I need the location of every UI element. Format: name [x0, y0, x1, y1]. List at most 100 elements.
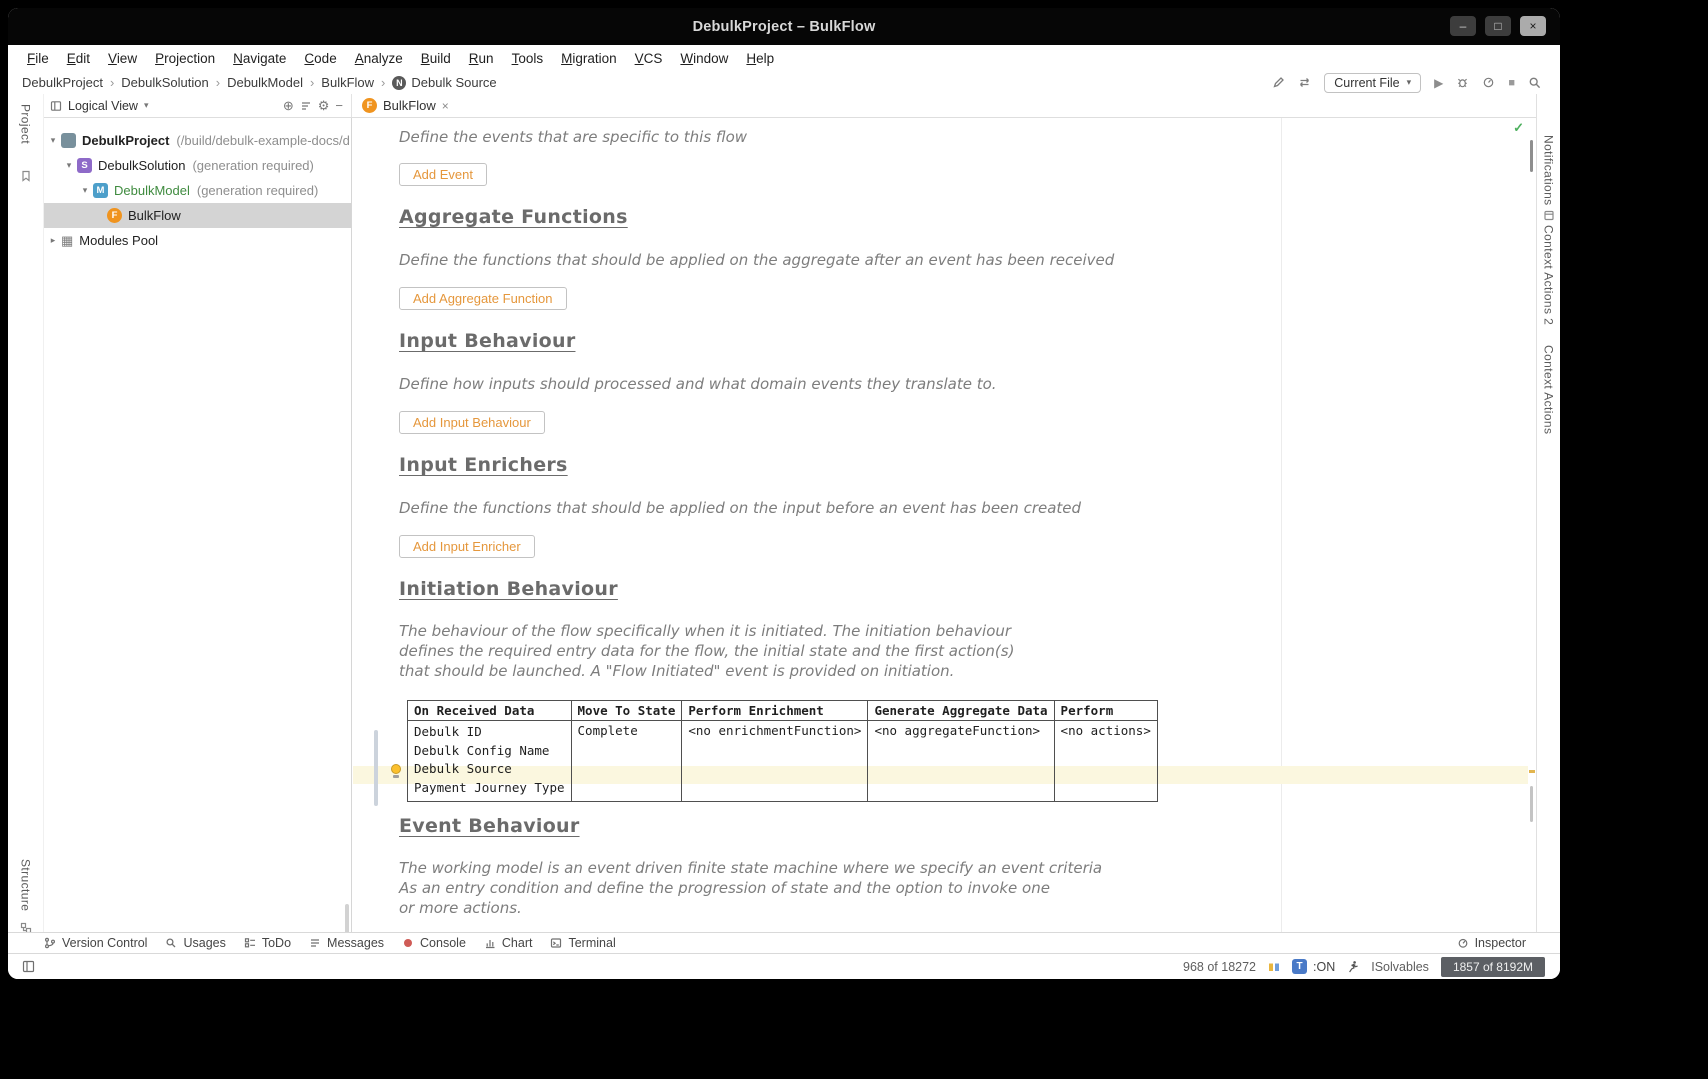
- event-behaviour-paragraph: The working model is an event driven fin…: [399, 858, 1102, 918]
- cell-generate-aggregate-data[interactable]: <no aggregateFunction>: [868, 721, 1054, 802]
- hide-panel-icon[interactable]: −: [335, 98, 343, 113]
- lines-icon: [309, 937, 321, 949]
- tree-scrollbar-thumb[interactable]: [345, 904, 349, 932]
- table-header-row: On Received Data Move To State Perform E…: [408, 701, 1158, 721]
- tree-item-modules-pool[interactable]: ▸ ▦ Modules Pool: [44, 228, 351, 253]
- tool-stripe-context-actions[interactable]: Context Actions: [1542, 345, 1556, 434]
- cell-on-received-data[interactable]: Debulk ID Debulk Config Name Debulk Sour…: [408, 721, 572, 802]
- tool-button-inspector[interactable]: Inspector: [1457, 936, 1526, 950]
- menu-migration[interactable]: Migration: [552, 49, 626, 68]
- menu-window[interactable]: Window: [671, 49, 737, 68]
- tree-item-debulksolution[interactable]: ▾ S DebulkSolution (generation required): [44, 153, 351, 178]
- tool-stripe-notifications[interactable]: Notifications: [1542, 135, 1556, 206]
- menu-navigate[interactable]: Navigate: [224, 49, 295, 68]
- menu-run[interactable]: Run: [460, 49, 503, 68]
- scrollbar-thumb[interactable]: [1530, 140, 1533, 172]
- tool-button-version-control[interactable]: Version Control: [44, 936, 161, 950]
- model-icon: M: [93, 183, 108, 198]
- breadcrumb-item[interactable]: DebulkModel: [227, 75, 303, 90]
- chevron-right-icon[interactable]: ▸: [46, 235, 60, 246]
- run-configuration-select[interactable]: Current File ▾: [1324, 73, 1421, 93]
- left-tool-stripe: Project Structure: [8, 94, 44, 932]
- gear-icon[interactable]: ⚙: [318, 98, 330, 114]
- breadcrumb-item[interactable]: DebulkSolution: [121, 75, 208, 90]
- bookmark-icon[interactable]: [20, 170, 32, 182]
- tool-button-messages[interactable]: Messages: [309, 936, 398, 950]
- tool-button-usages[interactable]: Usages: [165, 936, 239, 950]
- breadcrumb-item[interactable]: BulkFlow: [321, 75, 374, 90]
- collapse-all-icon[interactable]: [300, 100, 312, 112]
- error-stripe-mark[interactable]: [1529, 770, 1535, 773]
- section-heading-input-behaviour: Input Behaviour: [399, 330, 575, 352]
- highlight-level-icon[interactable]: [1268, 961, 1280, 973]
- tree-item-label: DebulkProject: [82, 133, 169, 148]
- maximize-button[interactable]: □: [1485, 16, 1511, 36]
- tab-bulkflow[interactable]: F BulkFlow ×: [352, 94, 459, 117]
- layout-icon[interactable]: [22, 960, 35, 973]
- scrollbar-thumb[interactable]: [1530, 786, 1533, 822]
- menu-view[interactable]: View: [99, 49, 146, 68]
- cell-perform-enrichment[interactable]: <no enrichmentFunction>: [682, 721, 868, 802]
- tool-button-console[interactable]: Console: [402, 936, 480, 950]
- menu-tools[interactable]: Tools: [503, 49, 553, 68]
- col-perform-enrichment: Perform Enrichment: [682, 701, 868, 721]
- col-perform: Perform: [1054, 701, 1157, 721]
- add-input-behaviour-button[interactable]: Add Input Behaviour: [399, 411, 545, 434]
- tool-stripe-structure[interactable]: Structure: [19, 859, 33, 911]
- menu-help[interactable]: Help: [737, 49, 783, 68]
- title-bar: DebulkProject – BulkFlow – □ ×: [8, 8, 1560, 45]
- tool-stripe-context-actions-2[interactable]: Context Actions 2: [1542, 225, 1556, 325]
- bottom-tool-bar: Version Control Usages ToDo Messages Con…: [8, 932, 1560, 953]
- window-title: DebulkProject – BulkFlow: [693, 19, 876, 35]
- tool-stripe-project[interactable]: Project: [19, 104, 33, 144]
- menu-edit[interactable]: Edit: [58, 49, 99, 68]
- chevron-down-icon[interactable]: ▾: [62, 160, 76, 171]
- breadcrumb-item[interactable]: DebulkProject: [22, 75, 103, 90]
- tool-button-terminal[interactable]: Terminal: [550, 936, 629, 950]
- inspection-ok-icon[interactable]: ✓: [1513, 120, 1524, 136]
- pencil-icon[interactable]: [1272, 76, 1285, 89]
- intention-bulb-icon[interactable]: [390, 764, 402, 778]
- tool-window-icon[interactable]: [1543, 210, 1554, 221]
- stop-button[interactable]: ■: [1508, 77, 1515, 89]
- ide-window: DebulkProject – BulkFlow – □ × File Edit…: [8, 8, 1560, 979]
- tool-button-chart[interactable]: Chart: [484, 936, 547, 950]
- locate-icon[interactable]: ⊕: [283, 98, 294, 114]
- add-event-button[interactable]: Add Event: [399, 163, 487, 186]
- cell-perform[interactable]: <no actions>: [1054, 721, 1157, 802]
- toggle-badge[interactable]: T: [1292, 959, 1307, 974]
- search-icon[interactable]: [1528, 76, 1542, 90]
- menu-projection[interactable]: Projection: [146, 49, 224, 68]
- close-button[interactable]: ×: [1520, 16, 1546, 36]
- tree-item-label: DebulkSolution: [98, 158, 185, 173]
- menu-bar: File Edit View Projection Navigate Code …: [8, 45, 1560, 71]
- add-input-enricher-button[interactable]: Add Input Enricher: [399, 535, 535, 558]
- chevron-down-icon[interactable]: ▾: [144, 100, 149, 111]
- tool-button-todo[interactable]: ToDo: [244, 936, 305, 950]
- cell-move-to-state[interactable]: Complete: [571, 721, 682, 802]
- debug-icon[interactable]: [1456, 76, 1469, 89]
- close-tab-icon[interactable]: ×: [442, 99, 449, 113]
- chevron-down-icon[interactable]: ▾: [78, 185, 92, 196]
- minimize-button[interactable]: –: [1450, 16, 1476, 36]
- caret-position-widget[interactable]: 968 of 18272: [1183, 960, 1256, 974]
- view-selector[interactable]: Logical View: [68, 99, 138, 113]
- breadcrumb-current[interactable]: Debulk Source: [411, 75, 496, 90]
- tree-item-note: (generation required): [197, 183, 318, 198]
- sync-icon[interactable]: [1298, 76, 1311, 89]
- menu-vcs[interactable]: VCS: [626, 49, 672, 68]
- run-button[interactable]: ▶: [1434, 76, 1443, 90]
- profiler-icon[interactable]: [1482, 76, 1495, 89]
- menu-file[interactable]: File: [18, 49, 58, 68]
- tree-item-bulkflow[interactable]: F BulkFlow: [44, 203, 351, 228]
- memory-indicator[interactable]: 1857 of 8192M: [1441, 957, 1545, 977]
- menu-analyze[interactable]: Analyze: [346, 49, 412, 68]
- menu-build[interactable]: Build: [412, 49, 460, 68]
- add-aggregate-function-button[interactable]: Add Aggregate Function: [399, 287, 567, 310]
- menu-code[interactable]: Code: [295, 49, 345, 68]
- tree-item-debulkproject[interactable]: ▾ DebulkProject (/build/debulk-example-d…: [44, 128, 351, 153]
- runtime-widget[interactable]: ISolvables: [1371, 960, 1429, 974]
- chevron-down-icon[interactable]: ▾: [46, 135, 60, 146]
- tree-item-debulkmodel[interactable]: ▾ M DebulkModel (generation required): [44, 178, 351, 203]
- editor-scrollbar: [1528, 118, 1536, 932]
